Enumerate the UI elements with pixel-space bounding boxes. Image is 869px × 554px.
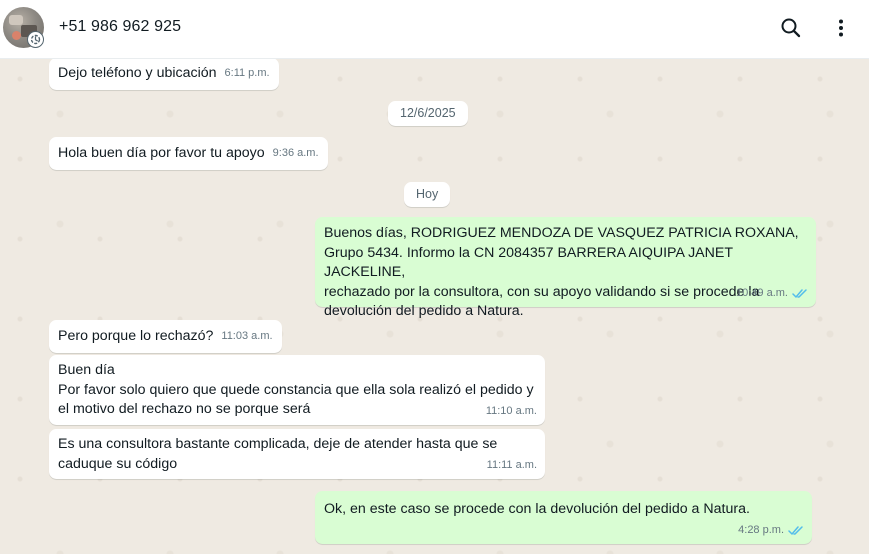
message-time: 11:03 a.m. [221,327,272,347]
search-icon [781,18,801,38]
status-ring-icon [27,31,44,48]
message-time: 4:28 p.m. [738,521,804,541]
message-incoming[interactable]: Hola buen día por favor tu apoyo 9:36 a.… [49,137,328,170]
message-timestamp: 11:10 a.m. [485,404,537,417]
message-timestamp: 11:11 a.m. [486,458,537,471]
message-timestamp: 4:28 p.m. [738,523,784,536]
contact-name[interactable]: +51 986 962 925 [59,18,181,36]
message-time: 6:11 p.m. [225,64,270,84]
date-separator: 12/6/2025 [388,101,468,126]
message-text: Pero porque lo rechazó? [58,328,214,344]
message-incoming[interactable]: Es una consultora bastante complicada, d… [49,429,545,479]
message-timestamp: 9:36 a.m. [272,147,319,159]
menu-button[interactable] [828,15,854,41]
message-time: 11:10 a.m. [486,402,537,422]
message-time: 10:49 a.m. [736,284,808,304]
message-timestamp: 10:49 a.m. [736,286,788,299]
double-check-icon [788,526,803,535]
message-outgoing[interactable]: Buenos días, RODRIGUEZ MENDOZA DE VASQUE… [315,217,816,319]
message-text: Buen día Por favor solo quiero que quede… [58,362,534,417]
date-separator: Hoy [404,182,451,207]
message-timestamp: 11:03 a.m. [221,330,273,342]
avatar-image-part [12,31,21,40]
more-vertical-icon [839,19,843,37]
message-time: 11:11 a.m. [487,456,537,476]
message-text: Ok, en este caso se procede con la devol… [324,501,750,517]
message-text: Hola buen día por favor tu apoyo [58,145,265,161]
double-check-icon [792,289,807,298]
message-text: Dejo teléfono y ubicación [58,65,217,81]
message-incoming[interactable]: Dejo teléfono y ubicación 6:11 p.m. [49,59,279,90]
message-timestamp: 6:11 p.m. [224,67,270,79]
message-outgoing[interactable]: Ok, en este caso se procede con la devol… [315,491,812,544]
avatar-image-part [9,15,23,25]
search-button[interactable] [778,15,804,41]
message-text: Buenos días, RODRIGUEZ MENDOZA DE VASQUE… [324,225,799,319]
message-time: 9:36 a.m. [273,144,319,164]
message-text: Es una consultora bastante complicada, d… [58,436,498,472]
message-incoming[interactable]: Pero porque lo rechazó? 11:03 a.m. [49,320,282,353]
chat-area[interactable]: Dejo teléfono y ubicación 6:11 p.m. 12/6… [0,59,869,554]
chat-header: +51 986 962 925 [0,0,869,59]
message-incoming[interactable]: Buen día Por favor solo quiero que quede… [49,355,545,425]
